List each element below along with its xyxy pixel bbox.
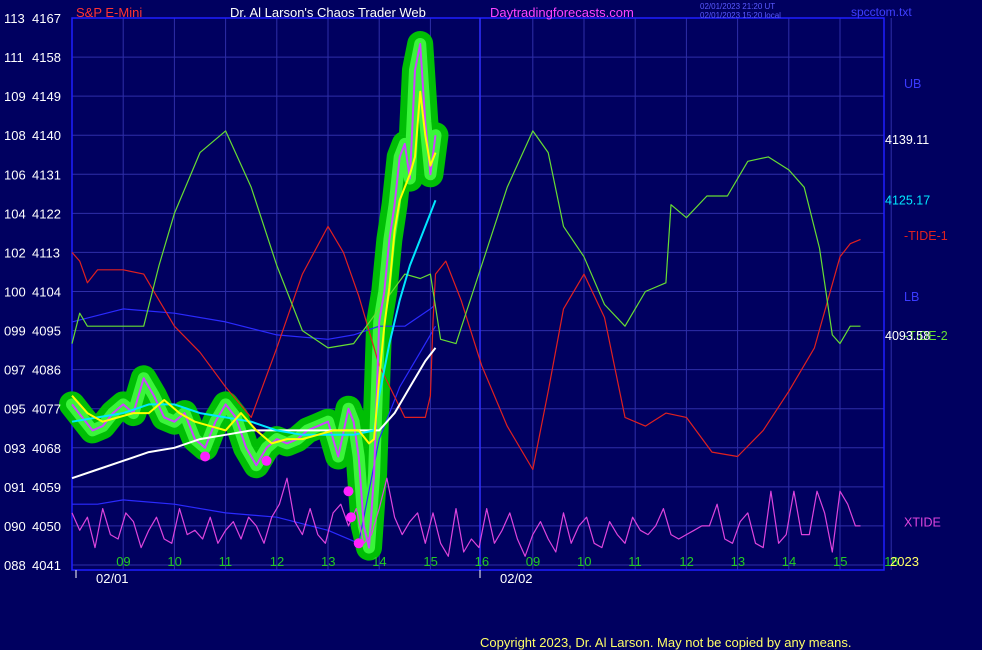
chart-svg: 113 4167 111 4158 109 4149 108 4140 106 4131 104 41… [0, 0, 982, 650]
x-tick-hour: 11 [219, 554, 233, 569]
x-tick-hour: 09 [116, 554, 130, 569]
y-tick-left: 097 [4, 363, 26, 378]
right-label: 4093.58 [885, 329, 930, 343]
x-tick-hour: 15 [423, 554, 437, 569]
y-tick-right: 4095 [32, 324, 61, 339]
x-tick-hour: 10 [167, 554, 181, 569]
y-tick-right: 4041 [32, 558, 61, 573]
y-tick-left: 093 [4, 441, 26, 456]
y-tick-right: 4122 [32, 206, 61, 221]
y-tick-left: 113 [4, 11, 25, 26]
y-tick-left: 090 [4, 519, 26, 534]
right-label: 4125.17 [885, 193, 930, 207]
y-tick-right: 4149 [32, 89, 61, 104]
x-tick-hour: 15 [833, 554, 847, 569]
y-tick-right: 4140 [32, 128, 61, 143]
x-tick-hour: 14 [782, 554, 796, 569]
x-tick-hour: 12 [270, 554, 284, 569]
x-tick-hour: 13 [731, 554, 745, 569]
copyright: Copyright 2023, Dr. Al Larson. May not b… [480, 635, 852, 650]
y-tick-left: 088 [4, 558, 26, 573]
y-tick-right: 4086 [32, 363, 61, 378]
right-label: XTIDE [904, 516, 941, 530]
right-label: LB [904, 290, 919, 304]
x-tick-hour: 10 [577, 554, 591, 569]
x-tick-hour: 12 [679, 554, 693, 569]
y-tick-left: 095 [4, 402, 26, 417]
y-tick-left: 102 [4, 245, 26, 260]
file-label: spcctom.txt [851, 5, 912, 19]
y-tick-left: 104 [4, 206, 26, 221]
y-tick-right: 4104 [32, 285, 61, 300]
right-label: -TIDE-1 [904, 229, 948, 243]
y-tick-left: 106 [4, 167, 26, 182]
y-tick-right: 4077 [32, 402, 61, 417]
x-tick-hour: 14 [372, 554, 386, 569]
y-tick-left: 109 [4, 89, 26, 104]
site-link[interactable]: Daytradingforecasts.com [490, 6, 634, 20]
right-label: UB [904, 77, 921, 91]
page-title: Dr. Al Larson's Chaos Trader Web [230, 5, 426, 20]
symbol-label: S&P E-Mini [76, 5, 143, 20]
chart-background [0, 0, 982, 650]
y-tick-right: 4158 [32, 50, 61, 65]
year-label: 2023 [890, 554, 919, 569]
x-tick-hour: 13 [321, 554, 335, 569]
y-tick-right: 4131 [32, 167, 61, 182]
y-tick-left: 100 [4, 285, 26, 300]
y-tick-right: 4113 [32, 245, 60, 260]
marker-point [200, 451, 211, 462]
marker-point [261, 455, 272, 466]
marker-point [343, 486, 354, 497]
timestamp-local: 02/01/2023 15:20 local [700, 11, 781, 20]
marker-point [346, 512, 357, 523]
x-tick-hour: 11 [628, 554, 642, 569]
y-tick-left: 108 [4, 128, 26, 143]
y-tick-left: 091 [4, 480, 26, 495]
x-date-label: 02/01 [96, 571, 129, 586]
y-tick-right: 4050 [32, 519, 61, 534]
marker-point [353, 538, 364, 549]
y-tick-right: 4068 [32, 441, 61, 456]
x-tick-hour: 16 [475, 554, 489, 569]
x-tick-hour: 09 [526, 554, 540, 569]
y-tick-left: 111 [4, 50, 24, 65]
right-label: 4139.11 [885, 133, 929, 147]
timestamp-ut: 02/01/2023 21:20 UT [700, 2, 776, 11]
y-tick-left: 099 [4, 324, 26, 339]
y-tick-right: 4167 [32, 11, 61, 26]
x-date-label: 02/02 [500, 571, 533, 586]
y-tick-right: 4059 [32, 480, 61, 495]
